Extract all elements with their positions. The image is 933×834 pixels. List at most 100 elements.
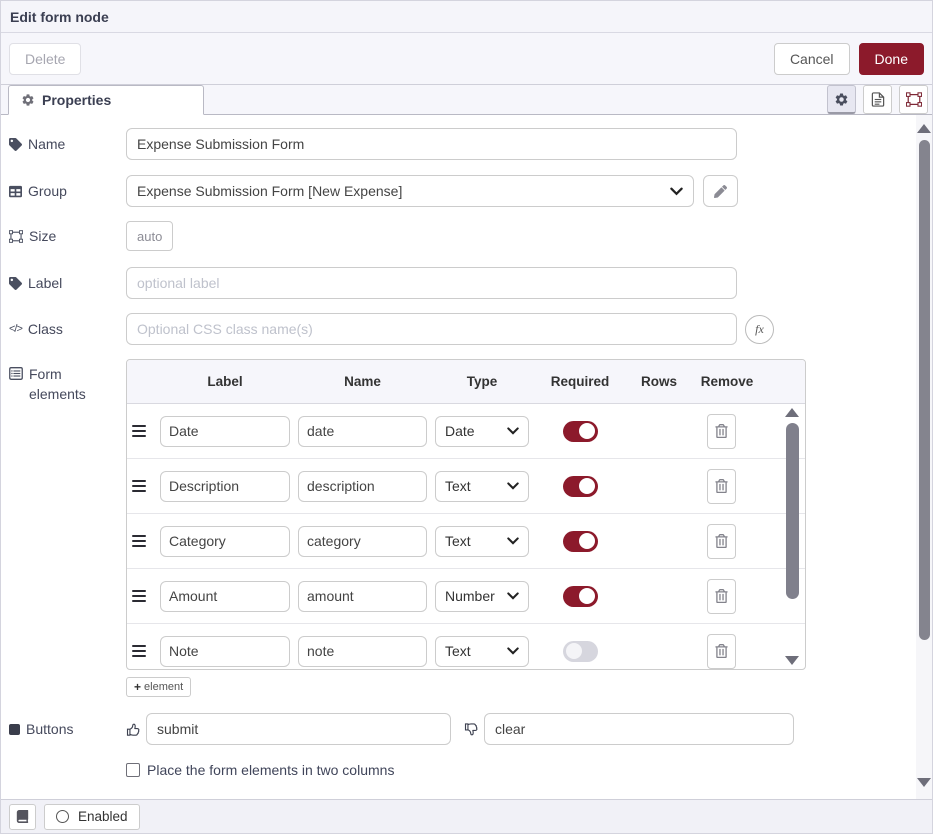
delete-button[interactable]: Delete bbox=[9, 43, 81, 75]
add-element-button[interactable]: + element bbox=[126, 677, 191, 697]
list-scrollbar[interactable] bbox=[783, 408, 801, 665]
form-elements-table: Label Name Type Required Rows Remove Dat… bbox=[126, 359, 806, 670]
element-name-input[interactable] bbox=[298, 471, 427, 502]
label-input[interactable] bbox=[126, 267, 737, 299]
editor-type-buttons bbox=[827, 85, 928, 114]
element-label-input[interactable] bbox=[160, 636, 290, 667]
class-input[interactable] bbox=[126, 313, 737, 345]
chevron-down-icon bbox=[507, 482, 519, 490]
tab-properties[interactable]: Properties bbox=[8, 85, 204, 115]
list-alt-icon bbox=[9, 367, 23, 380]
element-label-input[interactable] bbox=[160, 416, 290, 447]
label-field-label: Label bbox=[28, 275, 62, 291]
size-button[interactable]: auto bbox=[126, 221, 173, 251]
add-element-label: element bbox=[144, 681, 183, 693]
scroll-up-icon[interactable] bbox=[785, 408, 799, 417]
footer-bar: Enabled bbox=[1, 799, 932, 833]
action-bar: Delete Cancel Done bbox=[1, 33, 932, 85]
drag-handle-icon[interactable] bbox=[132, 535, 146, 547]
delete-element-button[interactable] bbox=[707, 634, 736, 669]
scrollbar-thumb[interactable] bbox=[919, 140, 930, 640]
trash-icon bbox=[715, 479, 728, 493]
form-elements-label: Form elements bbox=[29, 365, 99, 404]
submit-button-input[interactable] bbox=[146, 713, 451, 745]
code-icon: </> bbox=[9, 323, 22, 335]
required-toggle[interactable] bbox=[563, 476, 598, 497]
chevron-down-icon bbox=[507, 427, 519, 435]
plus-icon: + bbox=[134, 680, 141, 694]
size-field-label: Size bbox=[29, 228, 56, 244]
scroll-up-icon[interactable] bbox=[917, 124, 931, 133]
dialog-title: Edit form node bbox=[10, 9, 109, 25]
form-element-row: Number bbox=[127, 569, 805, 624]
drag-handle-icon[interactable] bbox=[132, 590, 146, 602]
group-select[interactable]: Expense Submission Form [New Expense] bbox=[126, 175, 694, 207]
thumbs-up-icon bbox=[126, 722, 141, 737]
gear-icon bbox=[834, 92, 849, 107]
two-columns-label: Place the form elements in two columns bbox=[147, 762, 394, 778]
delete-element-button[interactable] bbox=[707, 469, 736, 504]
element-name-input[interactable] bbox=[298, 636, 427, 667]
cancel-button[interactable]: Cancel bbox=[774, 43, 850, 75]
required-toggle[interactable] bbox=[563, 421, 598, 442]
element-label-input[interactable] bbox=[160, 581, 290, 612]
element-type-select[interactable]: Date bbox=[435, 416, 529, 447]
tab-properties-label: Properties bbox=[42, 92, 111, 108]
pencil-icon bbox=[714, 185, 727, 198]
required-toggle[interactable] bbox=[563, 641, 598, 662]
chevron-down-icon bbox=[670, 187, 683, 196]
drag-handle-icon[interactable] bbox=[132, 425, 146, 437]
required-toggle[interactable] bbox=[563, 586, 598, 607]
trash-icon bbox=[715, 424, 728, 438]
scroll-down-icon[interactable] bbox=[785, 656, 799, 665]
class-field-label: Class bbox=[28, 321, 63, 337]
element-type-select[interactable]: Number bbox=[435, 581, 529, 612]
element-name-input[interactable] bbox=[298, 526, 427, 557]
dialog-titlebar: Edit form node bbox=[1, 1, 932, 33]
group-field-label: Group bbox=[28, 183, 67, 199]
element-type-value: Text bbox=[445, 533, 471, 549]
element-type-value: Date bbox=[445, 423, 475, 439]
required-toggle[interactable] bbox=[563, 531, 598, 552]
properties-editor-button[interactable] bbox=[827, 85, 856, 114]
element-type-select[interactable]: Text bbox=[435, 526, 529, 557]
gear-icon bbox=[21, 93, 35, 107]
element-type-value: Number bbox=[445, 588, 495, 604]
document-icon bbox=[871, 92, 885, 107]
element-type-select[interactable]: Text bbox=[435, 471, 529, 502]
done-button[interactable]: Done bbox=[859, 43, 924, 75]
element-label-input[interactable] bbox=[160, 526, 290, 557]
square-icon bbox=[9, 724, 20, 735]
name-input[interactable] bbox=[126, 128, 737, 160]
group-select-value: Expense Submission Form [New Expense] bbox=[137, 183, 402, 199]
thumbs-down-icon bbox=[464, 722, 479, 737]
element-name-input[interactable] bbox=[298, 581, 427, 612]
column-header-required: Required bbox=[537, 374, 623, 389]
name-field-label: Name bbox=[28, 136, 65, 152]
delete-element-button[interactable] bbox=[707, 414, 736, 449]
scroll-down-icon[interactable] bbox=[917, 778, 931, 787]
trash-icon bbox=[715, 644, 728, 658]
two-columns-checkbox[interactable] bbox=[126, 763, 140, 777]
element-label-input[interactable] bbox=[160, 471, 290, 502]
drag-handle-icon[interactable] bbox=[132, 480, 146, 492]
enabled-toggle-button[interactable]: Enabled bbox=[44, 804, 140, 830]
chevron-down-icon bbox=[507, 592, 519, 600]
fx-expand-button[interactable]: fx bbox=[745, 315, 774, 344]
object-group-icon bbox=[906, 92, 922, 107]
delete-element-button[interactable] bbox=[707, 579, 736, 614]
delete-element-button[interactable] bbox=[707, 524, 736, 559]
scrollbar-thumb[interactable] bbox=[786, 423, 799, 599]
chevron-down-icon bbox=[507, 537, 519, 545]
drag-handle-icon[interactable] bbox=[132, 645, 146, 657]
form-element-row: Date bbox=[127, 404, 805, 459]
book-icon bbox=[16, 810, 29, 823]
panel-scrollbar[interactable] bbox=[916, 115, 932, 799]
element-name-input[interactable] bbox=[298, 416, 427, 447]
docs-button[interactable] bbox=[9, 804, 36, 830]
element-type-select[interactable]: Text bbox=[435, 636, 529, 667]
description-editor-button[interactable] bbox=[863, 85, 892, 114]
appearance-editor-button[interactable] bbox=[899, 85, 928, 114]
edit-group-button[interactable] bbox=[703, 175, 738, 207]
clear-button-input[interactable] bbox=[484, 713, 794, 745]
